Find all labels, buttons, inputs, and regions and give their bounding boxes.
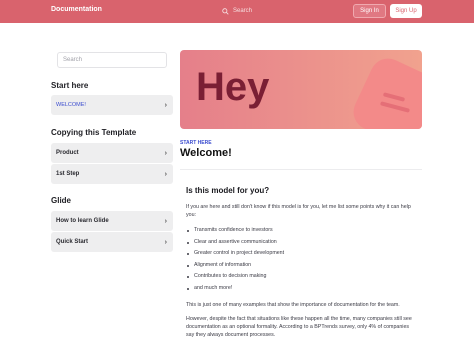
hero-text: Hey bbox=[196, 65, 270, 109]
chevron-right-icon: › bbox=[164, 170, 167, 178]
list-item: and much more! bbox=[186, 283, 418, 295]
list-item: Alignment of information bbox=[186, 260, 418, 272]
divider bbox=[180, 169, 422, 170]
article-content: Is this model for you? If you are here a… bbox=[186, 186, 418, 337]
sidebar-item-1st-step[interactable]: 1st Step › bbox=[51, 164, 173, 184]
sidebar-item-label: Product bbox=[56, 150, 79, 156]
section-title-copying-template: Copying this Template bbox=[51, 128, 137, 137]
sidebar-item-welcome[interactable]: WELCOME! › bbox=[51, 95, 173, 115]
sign-in-button[interactable]: Sign In bbox=[353, 4, 386, 18]
sidebar-item-product[interactable]: Product › bbox=[51, 143, 173, 163]
search-icon bbox=[222, 7, 229, 15]
list-item: Greater control in project development bbox=[186, 248, 418, 260]
chevron-right-icon: › bbox=[164, 149, 167, 157]
sidebar-item-how-to-learn-glide[interactable]: How to learn Glide › bbox=[51, 211, 173, 231]
section-title-glide: Glide bbox=[51, 196, 72, 205]
list-item: Contributes to decision making bbox=[186, 271, 418, 283]
top-search[interactable]: Search bbox=[222, 5, 252, 17]
benefits-list: Transmits confidence to investors Clear … bbox=[186, 225, 418, 294]
sidebar-item-label: WELCOME! bbox=[56, 102, 86, 108]
top-search-placeholder: Search bbox=[233, 8, 253, 14]
top-navbar: Documentation Search Sign In Sign Up bbox=[0, 0, 474, 23]
page-kicker: START HERE bbox=[180, 140, 212, 146]
sidebar-item-label: 1st Step bbox=[56, 171, 80, 177]
chevron-right-icon: › bbox=[164, 217, 167, 225]
chat-bubble-icon bbox=[347, 52, 422, 129]
intro-paragraph: If you are here and still don't know if … bbox=[186, 204, 411, 218]
sidebar-search-input[interactable]: Search bbox=[57, 52, 167, 68]
section-heading: Is this model for you? bbox=[186, 186, 270, 195]
hero-banner: Hey bbox=[180, 50, 422, 129]
sidebar-item-label: How to learn Glide bbox=[56, 218, 109, 224]
page-title: Welcome! bbox=[180, 147, 232, 159]
chevron-right-icon: › bbox=[164, 101, 167, 109]
sign-up-button[interactable]: Sign Up bbox=[390, 4, 422, 18]
list-item: Transmits confidence to investors bbox=[186, 225, 418, 237]
section-title-start-here: Start here bbox=[51, 81, 89, 90]
sidebar-item-quick-start[interactable]: Quick Start › bbox=[51, 232, 173, 252]
paragraph: However, despite the fact that situation… bbox=[186, 316, 412, 337]
chevron-right-icon: › bbox=[164, 238, 167, 246]
sidebar-item-label: Quick Start bbox=[56, 239, 89, 245]
paragraph: This is just one of many examples that s… bbox=[186, 302, 400, 308]
brand-title[interactable]: Documentation bbox=[51, 6, 102, 13]
list-item: Clear and assertive communication bbox=[186, 237, 418, 249]
